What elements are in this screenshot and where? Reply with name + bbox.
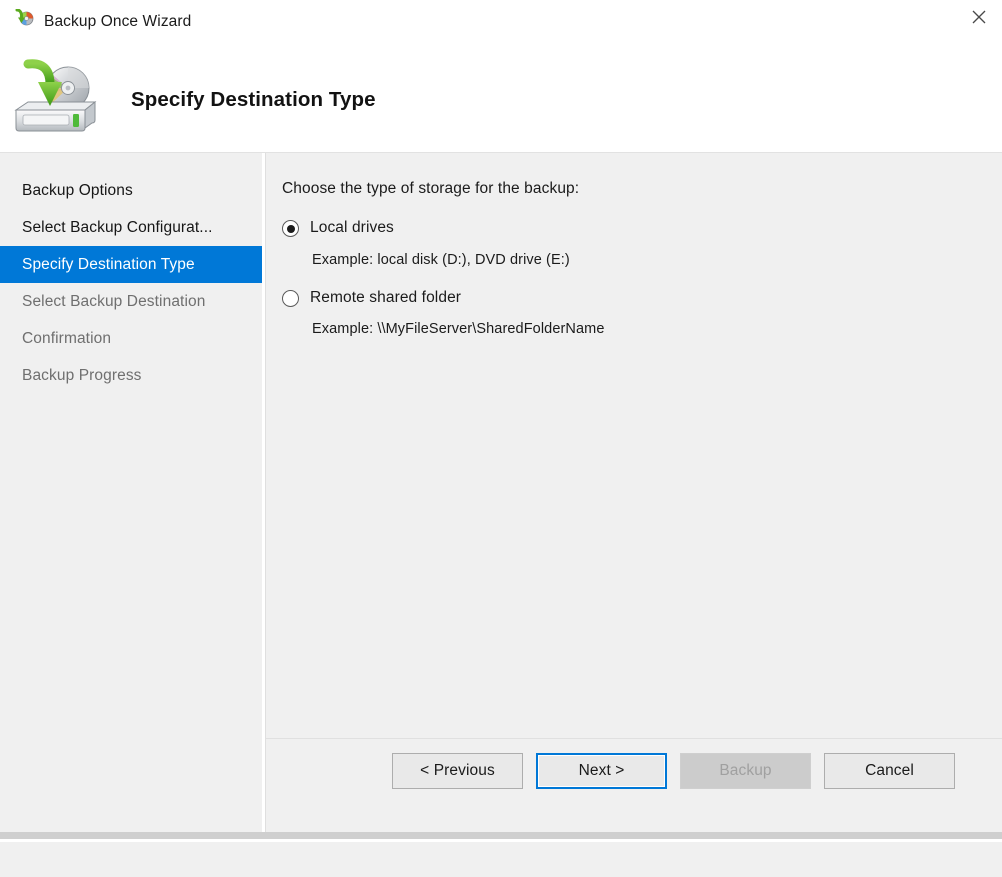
wizard-button-bar: < Previous Next > Backup Cancel	[266, 753, 1002, 789]
status-bar-shadow	[0, 832, 1002, 839]
backup-disc-icon	[13, 8, 35, 34]
page-title: Specify Destination Type	[131, 88, 376, 111]
wizard-body: Backup Options Select Backup Configurat.…	[0, 153, 1002, 832]
content-pane: Choose the type of storage for the backu…	[266, 153, 1002, 832]
cancel-button[interactable]: Cancel	[824, 753, 955, 789]
content-footer-divider	[266, 738, 1002, 739]
sidebar-item-backup-options[interactable]: Backup Options	[0, 172, 262, 209]
radio-remote-shared-folder-label: Remote shared folder	[310, 289, 462, 306]
sidebar-item-label: Select Backup Configurat...	[22, 218, 213, 236]
radio-option-local-drives[interactable]: Local drives	[282, 218, 394, 238]
local-drives-example: Example: local disk (D:), DVD drive (E:)	[312, 252, 570, 268]
radio-local-drives-label: Local drives	[310, 219, 394, 236]
wizard-header: Specify Destination Type	[0, 46, 1002, 153]
backup-once-wizard-window: Backup Once Wizard Specify Destination T…	[0, 0, 1002, 877]
sidebar-item-select-backup-configuration[interactable]: Select Backup Configurat...	[0, 209, 262, 246]
storage-type-prompt: Choose the type of storage for the backu…	[282, 180, 580, 197]
sidebar-item-backup-progress[interactable]: Backup Progress	[0, 357, 262, 394]
sidebar-item-select-backup-destination[interactable]: Select Backup Destination	[0, 283, 262, 320]
title-bar-left: Backup Once Wizard	[13, 8, 192, 34]
backup-button: Backup	[680, 753, 811, 789]
wizard-step-sidebar: Backup Options Select Backup Configurat.…	[0, 153, 262, 832]
step-list: Backup Options Select Backup Configurat.…	[0, 172, 262, 394]
sidebar-item-label: Specify Destination Type	[22, 255, 195, 273]
sidebar-item-label: Backup Progress	[22, 366, 142, 384]
sidebar-item-label: Backup Options	[22, 181, 133, 199]
sidebar-item-specify-destination-type[interactable]: Specify Destination Type	[0, 246, 262, 283]
sidebar-item-confirmation[interactable]: Confirmation	[0, 320, 262, 357]
radio-option-remote-shared-folder[interactable]: Remote shared folder	[282, 288, 461, 308]
window-footer	[0, 842, 1002, 877]
title-bar: Backup Once Wizard	[0, 0, 1002, 46]
window-title: Backup Once Wizard	[44, 12, 192, 30]
previous-button[interactable]: < Previous	[392, 753, 523, 789]
sidebar-item-label: Select Backup Destination	[22, 292, 206, 310]
radio-local-drives-indicator[interactable]	[282, 220, 299, 237]
next-button[interactable]: Next >	[536, 753, 667, 789]
sidebar-item-label: Confirmation	[22, 329, 112, 347]
close-icon[interactable]	[956, 0, 1002, 34]
remote-shared-folder-example: Example: \\MyFileServer\SharedFolderName	[312, 321, 605, 337]
radio-remote-shared-folder-indicator[interactable]	[282, 290, 299, 307]
backup-drive-disc-icon	[10, 58, 98, 138]
